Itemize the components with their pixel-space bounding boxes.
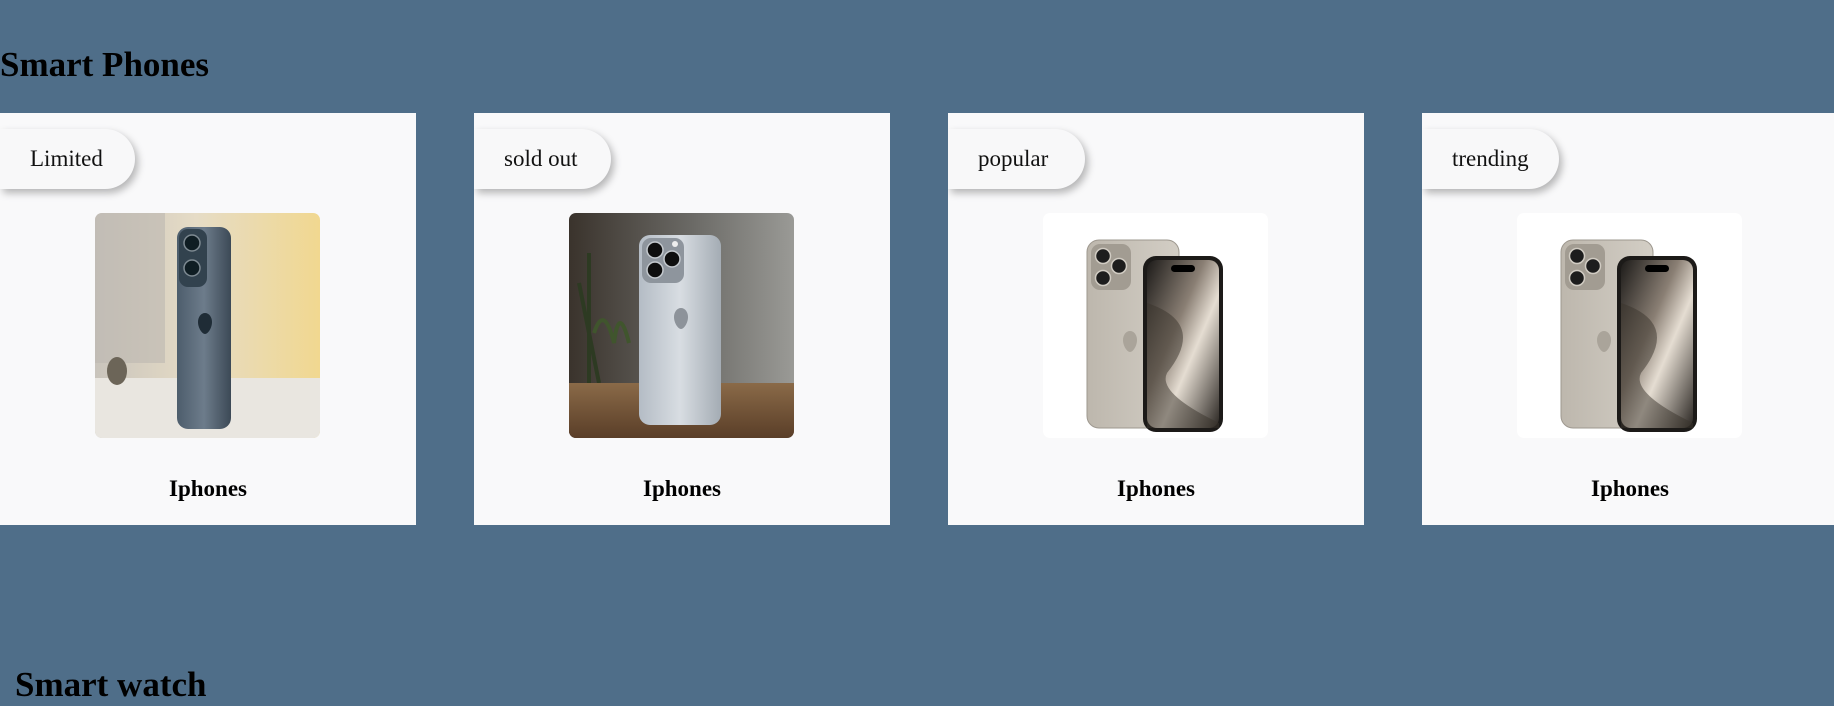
- product-image[interactable]: [569, 213, 794, 438]
- product-card[interactable]: sold out Iphones: [474, 113, 890, 525]
- product-card[interactable]: popular Iphones: [948, 113, 1364, 525]
- card-label[interactable]: Iphones: [474, 476, 890, 502]
- card-badge: sold out: [474, 129, 611, 189]
- product-image[interactable]: [95, 213, 320, 438]
- product-image[interactable]: [1043, 213, 1268, 438]
- card-badge: trending: [1422, 129, 1559, 189]
- product-image[interactable]: [1517, 213, 1742, 438]
- iphone-blue-photo: [95, 213, 320, 438]
- product-card[interactable]: Limited Iphones: [0, 113, 416, 525]
- card-label[interactable]: Iphones: [948, 476, 1364, 502]
- card-badge: popular: [948, 129, 1085, 189]
- section-title-smart-phones: Smart Phones: [0, 45, 210, 84]
- product-card[interactable]: trending Iphones: [1422, 113, 1834, 525]
- section-title-smart-watch: Smart watch: [15, 665, 207, 704]
- iphone-natural-titanium-pair: [1517, 213, 1742, 438]
- card-label[interactable]: Iphones: [0, 476, 416, 502]
- iphone-silver-photo: [569, 213, 794, 438]
- card-badge: Limited: [0, 129, 135, 189]
- iphone-natural-titanium-pair: [1043, 213, 1268, 438]
- card-label[interactable]: Iphones: [1422, 476, 1834, 502]
